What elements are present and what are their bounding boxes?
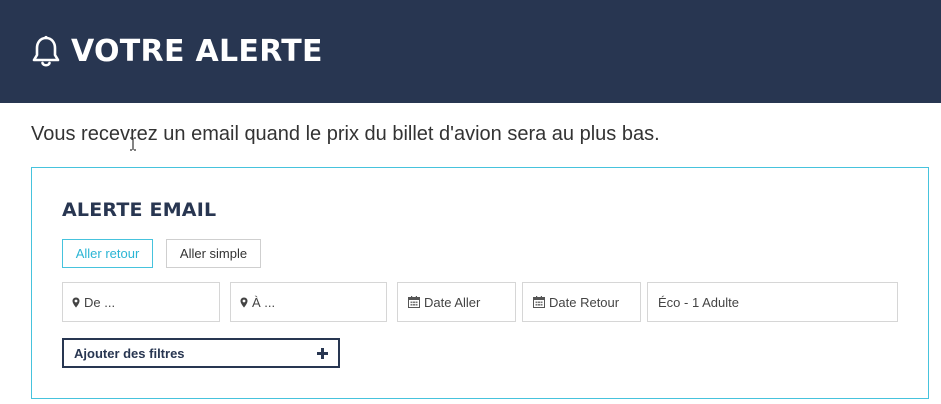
calendar-icon: [408, 296, 420, 308]
class-passengers-value: Éco - 1 Adulte: [658, 294, 739, 310]
text-cursor-icon: [129, 137, 137, 151]
calendar-icon: [533, 296, 545, 308]
alert-description: Vous recevrez un email quand le prix du …: [31, 123, 660, 145]
map-marker-icon: [72, 297, 80, 308]
origin-placeholder: De ...: [84, 294, 116, 310]
departure-date-field[interactable]: Date Aller: [397, 282, 516, 322]
destination-placeholder: À ...: [252, 294, 276, 310]
one-way-button[interactable]: Aller simple: [166, 239, 261, 268]
alert-email-panel: ALERTE EMAIL Aller retour Aller simple D…: [31, 167, 929, 399]
add-filters-button[interactable]: Ajouter des filtres: [62, 338, 340, 368]
round-trip-button[interactable]: Aller retour: [62, 239, 153, 268]
destination-field[interactable]: À ...: [230, 282, 387, 322]
page-title: VOTRE ALERTE: [71, 34, 323, 69]
class-passengers-field[interactable]: Éco - 1 Adulte: [647, 282, 898, 322]
page-header: VOTRE ALERTE: [0, 0, 941, 103]
plus-icon: [317, 344, 328, 362]
bell-icon: [31, 35, 61, 69]
departure-date-placeholder: Date Aller: [424, 294, 481, 310]
map-marker-icon: [240, 297, 248, 308]
return-date-placeholder: Date Retour: [549, 294, 620, 310]
origin-field[interactable]: De ...: [62, 282, 220, 322]
return-date-field[interactable]: Date Retour: [522, 282, 641, 322]
panel-title: ALERTE EMAIL: [62, 199, 217, 221]
add-filters-label: Ajouter des filtres: [74, 345, 185, 361]
